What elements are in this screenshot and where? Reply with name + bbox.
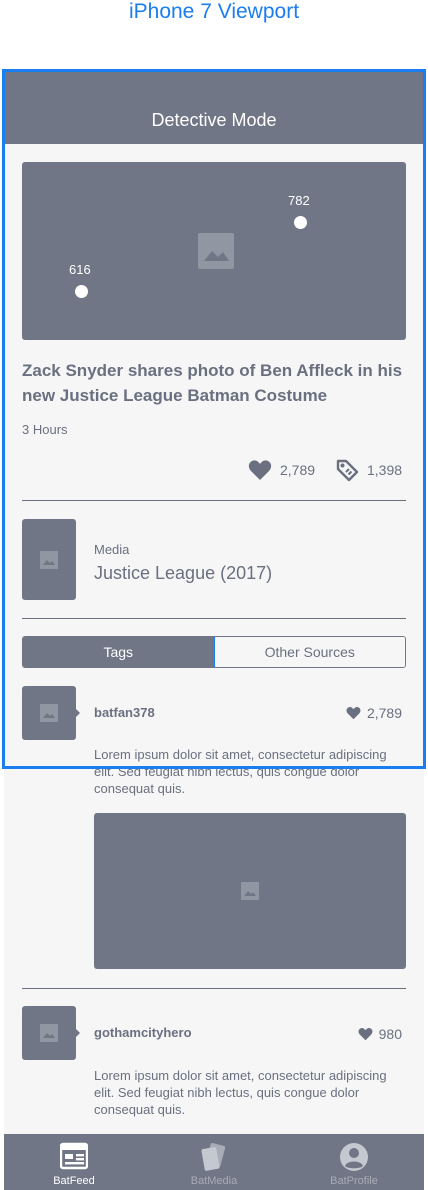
tab-tags[interactable]: Tags: [23, 637, 214, 667]
feed-icon: [60, 1142, 88, 1170]
post-text: Lorem ipsum dolor sit amet, consectetur …: [94, 1068, 387, 1117]
post-text: Lorem ipsum dolor sit amet, consectetur …: [94, 747, 387, 796]
profile-icon: [340, 1143, 368, 1171]
image-placeholder-icon: [198, 233, 234, 269]
divider: [22, 500, 406, 501]
tab-other-sources[interactable]: Other Sources: [213, 637, 405, 667]
post-username[interactable]: gothamcityhero: [94, 1025, 192, 1040]
nav-label: BatFeed: [53, 1175, 95, 1187]
divider: [22, 618, 406, 619]
app-header: Detective Mode: [4, 70, 424, 144]
tag-icon: [336, 459, 359, 482]
photo-pin[interactable]: [75, 285, 88, 298]
media-category: Media: [94, 542, 130, 557]
nav-batfeed[interactable]: BatFeed: [4, 1134, 144, 1190]
nav-batmedia[interactable]: BatMedia: [144, 1134, 284, 1190]
image-placeholder-icon: [241, 882, 259, 900]
heart-icon: [358, 1028, 373, 1041]
avatar[interactable]: [22, 686, 80, 740]
image-placeholder-icon: [40, 551, 58, 569]
tag-stat[interactable]: 1,398: [335, 458, 402, 482]
bottom-nav: BatFeed BatMedia BatProfile: [4, 1134, 424, 1190]
heart-icon: [346, 707, 361, 720]
article-headline[interactable]: Zack Snyder shares photo of Ben Affleck …: [22, 358, 412, 408]
heart-icon: [248, 460, 272, 480]
mockup-stage: iPhone 7 Viewport Detective Mode 616 782…: [0, 0, 428, 1190]
photo-pin[interactable]: [294, 216, 307, 229]
media-title[interactable]: Justice League (2017): [94, 563, 272, 584]
post-like-count: 2,789: [366, 705, 402, 721]
phone-screen: Detective Mode 616 782 Zack Snyder share…: [4, 70, 424, 1190]
post-like-count: 980: [378, 1026, 402, 1042]
pin-label: 616: [69, 262, 91, 277]
post-like-stat[interactable]: 980: [358, 1026, 402, 1042]
pin-label: 782: [288, 193, 310, 208]
tab-bar: Tags Other Sources: [22, 636, 406, 668]
nav-label: BatMedia: [190, 1175, 238, 1187]
post-like-stat[interactable]: 2,789: [346, 705, 402, 721]
nav-label: BatProfile: [330, 1175, 378, 1187]
article-like-count: 2,789: [280, 462, 316, 478]
media-thumbnail[interactable]: [22, 519, 76, 600]
post-username[interactable]: batfan378: [94, 705, 155, 720]
image-placeholder-icon: [40, 1024, 58, 1042]
article-timestamp: 3 Hours: [22, 422, 68, 437]
image-placeholder-icon: [40, 704, 58, 722]
nav-batprofile[interactable]: BatProfile: [284, 1134, 424, 1190]
header-title: Detective Mode: [151, 110, 277, 130]
post-image[interactable]: [94, 813, 406, 969]
divider: [22, 988, 406, 989]
media-cards-icon: [201, 1143, 226, 1171]
viewport-annotation-label: iPhone 7 Viewport: [128, 0, 300, 23]
article-tag-count: 1,398: [367, 462, 403, 478]
hero-image[interactable]: 616 782: [22, 162, 406, 340]
avatar[interactable]: [22, 1006, 80, 1060]
like-stat[interactable]: 2,789: [248, 458, 315, 482]
